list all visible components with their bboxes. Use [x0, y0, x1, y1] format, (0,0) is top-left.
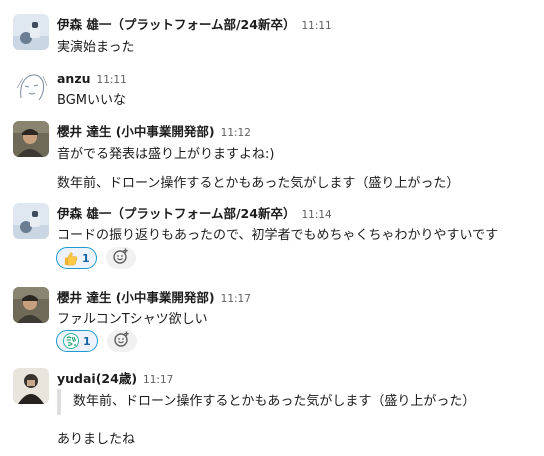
- reaction-count: 1: [83, 334, 91, 348]
- author-name[interactable]: anzu: [57, 71, 91, 86]
- message-feed: 伊森 雄一（プラットフォーム部/24新卒） 11:11 実演始まった anzu 11…: [0, 0, 544, 456]
- message-text: ありましたね: [57, 432, 136, 447]
- add-reaction-button[interactable]: [105, 247, 136, 269]
- reaction-thumbs-up[interactable]: 1: [56, 247, 97, 269]
- avatar[interactable]: [13, 121, 49, 157]
- timestamp[interactable]: 11:11: [97, 74, 127, 86]
- add-reaction-button[interactable]: [106, 330, 137, 352]
- author-name[interactable]: yudai(24歳): [57, 371, 137, 386]
- timestamp[interactable]: 11:17: [143, 374, 173, 386]
- thumbs-up-icon: [63, 251, 78, 266]
- avatar[interactable]: [13, 287, 49, 323]
- reaction-bar: 1: [56, 330, 137, 354]
- add-emoji-icon: [113, 330, 131, 352]
- quoted-message: 数年前、ドローン操作するとかもあった気がします（盛り上がった）: [57, 389, 475, 415]
- reaction-wakaru[interactable]: 1: [56, 330, 98, 352]
- message-text: 音がでる発表は盛り上がりますよね:): [57, 147, 275, 162]
- timestamp[interactable]: 11:12: [221, 127, 251, 139]
- avatar[interactable]: [13, 203, 49, 239]
- message-text: BGMいいな: [57, 93, 126, 108]
- author-name[interactable]: 櫻井 達生 (小中事業開発部): [57, 290, 215, 305]
- reaction-count: 1: [82, 251, 90, 265]
- message-text: ファルコンTシャツ欲しい: [57, 312, 208, 327]
- message-text: コードの振り返りもあったので、初学者でもめちゃくちゃわかりやすいです: [57, 228, 499, 243]
- reaction-bar: 1: [56, 247, 136, 271]
- author-name[interactable]: 伊森 雄一（プラットフォーム部/24新卒）: [57, 206, 295, 221]
- add-emoji-icon: [112, 247, 130, 269]
- timestamp[interactable]: 11:17: [221, 293, 251, 305]
- author-name[interactable]: 伊森 雄一（プラットフォーム部/24新卒）: [57, 17, 295, 32]
- timestamp[interactable]: 11:14: [301, 209, 331, 221]
- message-text: 実演始まった: [57, 40, 135, 55]
- avatar[interactable]: [13, 68, 49, 104]
- wakaru-sticker-icon: [63, 333, 79, 349]
- avatar[interactable]: [13, 368, 49, 404]
- message-text: 数年前、ドローン操作するとかもあった気がします（盛り上がった）: [57, 176, 460, 191]
- author-name[interactable]: 櫻井 達生 (小中事業開発部): [57, 124, 215, 139]
- avatar[interactable]: [13, 14, 49, 50]
- timestamp[interactable]: 11:11: [301, 20, 331, 32]
